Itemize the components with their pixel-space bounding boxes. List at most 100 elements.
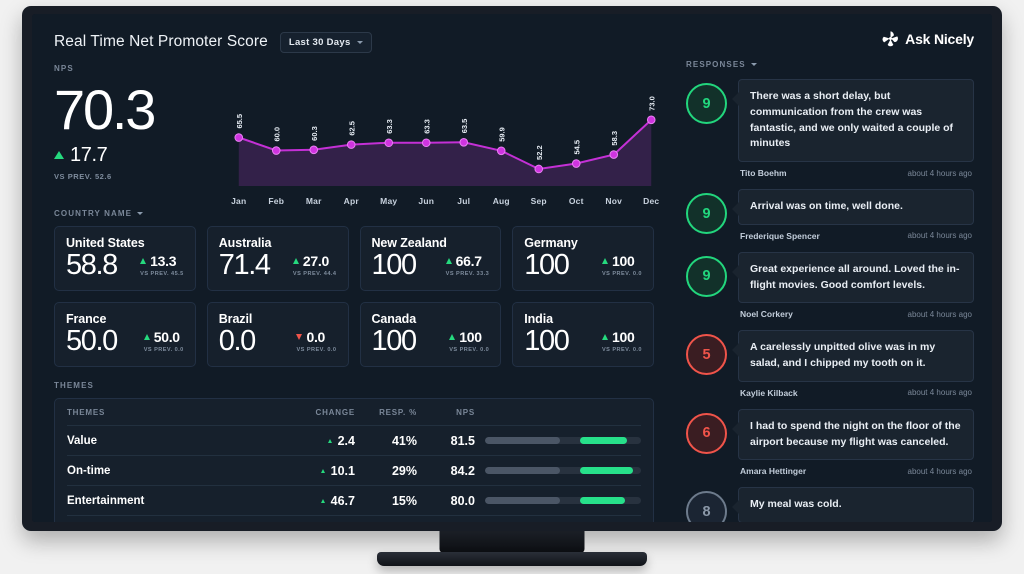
theme-bar-green xyxy=(580,437,627,444)
country-card[interactable]: Germany 100 100 VS PREV. 0.0 xyxy=(512,226,654,291)
country-delta: 100 xyxy=(611,329,635,345)
theme-progress-bar xyxy=(485,437,641,444)
responses-list[interactable]: 9 There was a short delay, but communicat… xyxy=(686,79,974,522)
country-delta: 100 xyxy=(459,329,482,345)
country-section: COUNTRY NAME United States 58.8 13.3 VS PRE… xyxy=(54,209,654,367)
svg-text:63.3: 63.3 xyxy=(385,119,394,134)
list-item[interactable]: 9 There was a short delay, but communicat… xyxy=(686,79,974,178)
response-text: A carelessly unpitted olive was in my sa… xyxy=(750,341,936,369)
x-tick-label: Mar xyxy=(305,196,322,206)
arrow-up-icon xyxy=(143,334,150,340)
list-item[interactable]: 9 Arrival was on time, well done. Frederiq… xyxy=(686,189,974,241)
list-item[interactable]: 8 My meal was cold. xyxy=(686,487,974,522)
svg-text:54.5: 54.5 xyxy=(573,140,582,155)
response-timestamp: about 4 hours ago xyxy=(907,168,973,178)
col-themes: THEMES xyxy=(67,407,106,417)
nps-vs-prev: VS PREV. 52.6 xyxy=(54,171,112,181)
country-card[interactable]: Brazil 0.0 0.0 VS PREV. 0.0 xyxy=(206,302,349,367)
monitor-stand-neck xyxy=(439,531,585,553)
arrow-up-icon xyxy=(449,334,456,340)
col-nps: NPS xyxy=(456,407,475,417)
x-tick-label: Jun xyxy=(418,196,435,206)
list-item[interactable]: 5 A carelessly unpitted olive was in my s… xyxy=(686,330,974,398)
country-name: New Zealand xyxy=(371,236,447,250)
table-row[interactable]: Entertainment 46.7 15% 80.0 xyxy=(67,485,641,515)
arrow-up-icon xyxy=(601,334,608,340)
x-tick-label: Dec xyxy=(643,196,660,206)
arrow-up-icon xyxy=(320,468,325,473)
date-range-selector[interactable]: Last 30 Days xyxy=(279,31,372,53)
response-timestamp: about 4 hours ago xyxy=(907,466,973,476)
response-score-badge: 8 xyxy=(686,491,727,522)
x-tick-label: Oct xyxy=(568,196,584,206)
col-change: CHANGE xyxy=(315,407,355,417)
theme-bar-green xyxy=(580,497,626,504)
nps-trend-chart[interactable]: 65.5 60.0 60.3 62.5 63.3 63.3 63.5 59.9 52.2 54.5… xyxy=(220,82,670,206)
response-bubble: Great experience all around. Loved the i… xyxy=(732,251,974,304)
left-column: Real Time Net Promoter Score Last 30 Day… xyxy=(32,14,672,522)
dashboard: Real Time Net Promoter Score Last 30 Day… xyxy=(32,14,992,522)
nps-overview-row: 70.3 17.7 VS PREV. 52.6 65.5 60.0 60.3 62.5… xyxy=(54,78,659,206)
response-text: Great experience all around. Loved the i… xyxy=(750,262,960,291)
x-tick-label: Feb xyxy=(268,196,285,206)
country-delta: 0.0 xyxy=(306,329,326,345)
table-row[interactable]: On-time 10.1 29% 84.2 xyxy=(67,455,641,485)
response-bubble: A carelessly unpitted olive was in my sa… xyxy=(732,330,974,382)
nps-delta: 17.7 xyxy=(54,144,214,167)
theme-change: 2.4 xyxy=(337,433,355,448)
country-card-grid: United States 58.8 13.3 VS PREV. 45.5 Austra… xyxy=(54,226,654,367)
response-text: My meal was cold. xyxy=(750,498,842,511)
arrow-up-icon xyxy=(601,258,608,264)
response-text: Arrival was on time, well done. xyxy=(750,200,903,212)
x-tick-label: Jul xyxy=(457,196,471,206)
col-resp: RESP. % xyxy=(379,407,417,417)
table-row[interactable]: Meals87.512%87.5 xyxy=(67,515,641,522)
page-title: Real Time Net Promoter Score xyxy=(54,33,268,50)
theme-name: Value xyxy=(67,434,98,447)
country-vs-prev: VS PREV. 33.3 xyxy=(445,271,490,277)
country-name: France xyxy=(66,312,107,326)
theme-resp-pct: 29% xyxy=(391,463,417,478)
response-timestamp: about 4 hours ago xyxy=(907,231,973,241)
country-score: 0.0 xyxy=(218,325,257,357)
nps-value: 70.3 xyxy=(54,78,156,141)
country-section-label[interactable]: COUNTRY NAME xyxy=(54,209,654,218)
country-score: 100 xyxy=(524,249,570,281)
screenshot-stage: Real Time Net Promoter Score Last 30 Day… xyxy=(0,0,1024,574)
svg-text:60.3: 60.3 xyxy=(310,126,319,141)
nps-chart-svg: 65.5 60.0 60.3 62.5 63.3 63.3 63.5 59.9 52.2 54.5… xyxy=(234,96,657,186)
svg-text:59.9: 59.9 xyxy=(498,127,507,142)
country-card[interactable]: France 50.0 50.0 VS PREV. 0.0 xyxy=(54,302,196,367)
svg-text:52.2: 52.2 xyxy=(535,145,544,160)
country-card[interactable]: Australia 71.4 27.0 VS PREV. 44.4 xyxy=(206,226,349,291)
arrow-up-icon xyxy=(320,498,325,503)
themes-table-header: THEMES CHANGE RESP. % NPS xyxy=(67,399,641,425)
country-vs-prev: VS PREV. 0.0 xyxy=(143,347,184,353)
x-tick-label: Jan xyxy=(231,196,247,206)
nps-delta-value: 17.7 xyxy=(70,143,108,166)
country-card[interactable]: Canada 100 100 VS PREV. 0.0 xyxy=(359,302,502,367)
list-item[interactable]: 9 Great experience all around. Loved the … xyxy=(686,251,974,320)
country-score: 100 xyxy=(371,249,418,281)
table-row[interactable]: Value 2.4 41% 81.5 xyxy=(67,425,641,455)
theme-bar-grey xyxy=(485,437,560,444)
theme-progress-bar xyxy=(485,497,641,504)
brand-logo: Ask Nicely xyxy=(882,30,974,47)
responses-section-label[interactable]: RESPONSES xyxy=(686,60,974,69)
country-card[interactable]: India 100 100 VS PREV. 0.0 xyxy=(512,302,654,367)
country-card[interactable]: New Zealand 100 66.7 VS PREV. 33.3 xyxy=(359,226,502,291)
theme-change: 10.1 xyxy=(330,463,355,478)
response-timestamp: about 4 hours ago xyxy=(907,309,973,319)
country-name: Germany xyxy=(524,236,578,250)
response-author: Amara Hettinger xyxy=(740,466,807,477)
chevron-down-icon xyxy=(356,40,363,44)
theme-name: Entertainment xyxy=(67,494,145,507)
response-text: I had to spend the night on the floor of… xyxy=(750,419,961,448)
country-vs-prev: VS PREV. 0.0 xyxy=(601,271,642,277)
country-name: Australia xyxy=(218,236,272,250)
response-author: Noel Corkery xyxy=(740,309,793,320)
list-item[interactable]: 6 I had to spend the night on the floor o… xyxy=(686,408,974,477)
x-tick-label: Sep xyxy=(530,196,547,206)
country-card[interactable]: United States 58.8 13.3 VS PREV. 45.5 xyxy=(54,226,196,291)
response-score-badge: 6 xyxy=(686,412,727,454)
